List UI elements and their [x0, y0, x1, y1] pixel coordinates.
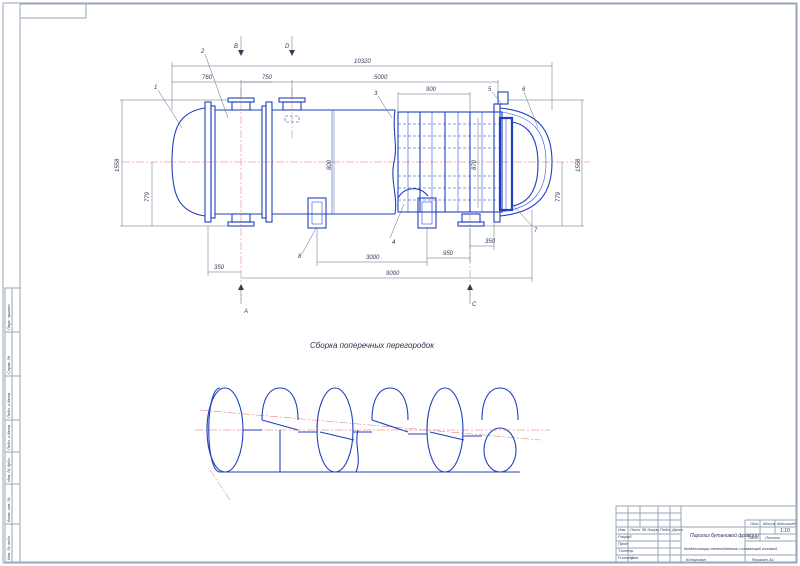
view-label-c: С [472, 302, 477, 308]
inner-frame [19, 3, 797, 563]
heat-exchanger-view [122, 88, 590, 300]
leader-8: 8 [298, 254, 302, 260]
view-label-b: В [234, 44, 238, 50]
top-corner-stamp [19, 3, 87, 19]
dim-900: 900 [426, 87, 437, 93]
leader-2: 2 [200, 49, 205, 55]
leader-6: 6 [522, 87, 526, 93]
dim-760: 760 [202, 75, 213, 81]
dim-350-left: 350 [214, 265, 225, 271]
leader-3: 3 [374, 91, 378, 97]
dim-overall-length: 10320 [354, 59, 371, 65]
outer-border [2, 2, 798, 564]
scale-value: 1:10 [780, 528, 790, 534]
dimension-lines [120, 62, 584, 282]
dim-3000: 3000 [366, 255, 380, 261]
leader-4: 4 [392, 240, 396, 246]
support-left [307, 197, 327, 229]
row-label-tcontrol: Т.контр. [618, 548, 634, 553]
sheet-label: Лист [747, 535, 759, 540]
stamp-sign-date-1: Подп. и дата [6, 424, 11, 450]
sheets-label: Листов [764, 535, 780, 540]
row-label-docnum: № докум. [642, 527, 660, 532]
row-label-checked: Пров. [618, 541, 629, 546]
leader-7: 7 [534, 228, 538, 234]
format-label: Формат А1 [752, 557, 774, 562]
row-label-developer: Разраб. [618, 534, 632, 539]
dim-right-779: 779 [556, 191, 562, 202]
row-label-date: Дата [671, 527, 683, 532]
dim-950: 950 [443, 251, 454, 257]
stamp-sign-date-2: Подп. и дата [6, 392, 11, 418]
side-stamp-strip: Перв. примен. Справ. № Подп. и дата Инв.… [4, 287, 21, 563]
dim-350-right: 350 [485, 239, 496, 245]
stamp-dupl-inv: Инв. № дубл. [6, 457, 11, 482]
stamp-reference: Справ. № [6, 355, 11, 374]
copied-label: Копировал [686, 557, 707, 562]
row-label-change: Изм. [618, 527, 627, 532]
drawing-sheet: Перв. примен. Справ. № Подп. и дата Инв.… [2, 2, 798, 564]
leader-1: 1 [154, 85, 157, 91]
dim-left-779: 779 [145, 191, 151, 202]
view-label-a: А [243, 309, 248, 315]
leader-5: 5 [488, 87, 492, 93]
stamp-replace-inv: Взам. инв. № [6, 497, 11, 522]
dim-left-height: 1558 [115, 158, 121, 172]
dim-right-height: 1558 [576, 158, 582, 172]
nozzle-bottom-2 [461, 213, 481, 223]
scale-header: Масштаб [777, 521, 796, 526]
title-block: Изм. Лист № докум. Подп. Дата Разраб. Пр… [615, 505, 797, 563]
row-label-sign: Подп. [660, 527, 671, 532]
dim-870: 870 [472, 159, 478, 170]
row-label-sheet: Лист [629, 527, 641, 532]
view-label-d: D [285, 44, 290, 50]
floating-head-cover [511, 121, 539, 207]
mass-header: Масса [763, 521, 776, 526]
dim-800: 800 [327, 159, 333, 170]
section-title: Сборка поперечных перегородок [310, 341, 435, 350]
row-label-approved: Утв. [630, 555, 639, 560]
stamp-orig-inv: Инв. № подл. [6, 535, 11, 560]
dim-5000: 5000 [374, 75, 388, 81]
vent-nozzle [497, 91, 509, 105]
dim-9000: 9000 [386, 271, 400, 277]
stamp-first-use: Перв. примен. [6, 303, 11, 330]
support-right [417, 197, 437, 229]
part-name: Конденсаторы теплообменник с плавающей г… [684, 547, 777, 551]
lit-header: Лит. [749, 521, 759, 526]
dim-750: 750 [262, 75, 273, 81]
baffle-assembly [195, 387, 550, 501]
